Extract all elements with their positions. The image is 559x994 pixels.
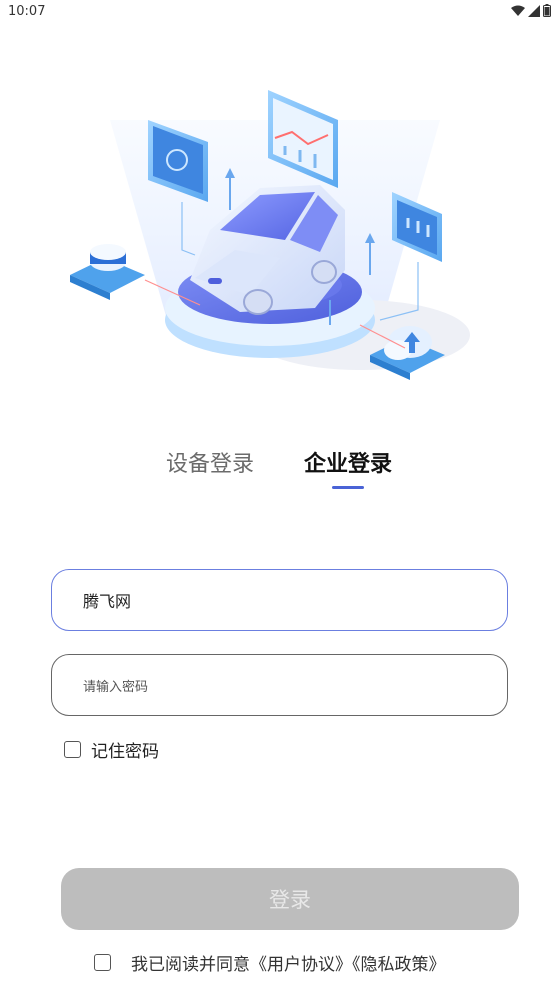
password-placeholder: 请输入密码 (83, 679, 149, 695)
login-tabs: 设备登录 企业登录 (0, 446, 559, 496)
password-input[interactable]: 请输入密码 (51, 654, 508, 716)
active-tab-indicator (332, 486, 364, 489)
remember-password[interactable]: 记住密码 (64, 737, 159, 762)
tab-device-login[interactable]: 设备登录 (166, 446, 254, 478)
account-input[interactable]: 腾飞网 (51, 569, 508, 631)
status-time: 10:07 (8, 4, 46, 19)
hero-car-illustration (70, 90, 470, 380)
wifi-icon (511, 5, 525, 16)
status-bar: 10:07 (0, 0, 559, 24)
battery-icon (543, 4, 551, 17)
account-value: 腾飞网 (83, 592, 132, 611)
status-icons (511, 4, 551, 17)
tab-enterprise-login[interactable]: 企业登录 (304, 446, 392, 478)
remember-password-label: 记住密码 (91, 742, 159, 762)
agreement-checkbox[interactable] (94, 954, 111, 971)
agreement[interactable]: 我已阅读并同意《用户协议》《隐私政策》 (94, 950, 446, 975)
agreement-text[interactable]: 我已阅读并同意《用户协议》《隐私政策》 (131, 950, 446, 975)
signal-icon (528, 4, 540, 17)
login-button[interactable]: 登录 (61, 868, 519, 930)
login-button-label: 登录 (269, 888, 311, 912)
remember-password-checkbox[interactable] (64, 741, 81, 758)
